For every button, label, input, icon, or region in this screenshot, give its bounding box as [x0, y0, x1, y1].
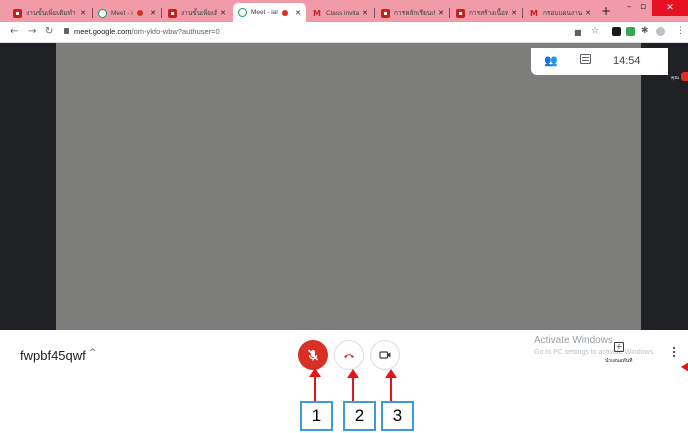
browser-tab[interactable]: ▪ การหลักเรียนเพิ่มเติม ✕ [376, 4, 449, 22]
camera-icon [379, 351, 391, 359]
annotation-label-1: 1 [300, 401, 333, 431]
annotation-arrow-line [390, 377, 392, 401]
tab-divider [374, 8, 375, 18]
tab-title: Meet - iam [111, 9, 133, 17]
tab-title: การหลักเรียนเพิ่มเติม [394, 10, 435, 17]
camera-toggle-button[interactable] [370, 340, 400, 370]
self-view-badge [681, 72, 688, 81]
close-tab-icon[interactable]: ✕ [511, 9, 517, 17]
close-tab-icon[interactable]: ✕ [438, 9, 444, 17]
url-host: meet.google.com [74, 27, 132, 36]
self-view-label: คุณ [671, 75, 679, 81]
tab-divider [522, 8, 523, 18]
activate-windows-subtitle: Go to PC settings to activate Windows. [534, 349, 655, 356]
tab-title: Class invitation [326, 9, 360, 17]
close-tab-icon[interactable]: ✕ [295, 9, 301, 17]
close-tab-icon[interactable]: ✕ [362, 9, 368, 17]
tab-title: Meet - iam [251, 9, 278, 16]
slides-icon: ▪ [456, 8, 465, 18]
extension-icon[interactable] [612, 27, 621, 36]
microphone-toggle-button[interactable] [298, 340, 328, 370]
extensions-puzzle-icon[interactable]: ✱ [641, 26, 649, 36]
annotation-arrow-line [314, 376, 316, 401]
slides-icon: ▪ [13, 8, 22, 18]
slides-icon: ▪ [381, 8, 390, 18]
tab-divider [449, 8, 450, 18]
forward-icon[interactable]: → [28, 26, 36, 37]
tab-title: การสร้างเนื้อหาใหม่ [469, 10, 509, 17]
activate-windows-title: Activate Windows [534, 335, 613, 346]
more-options-icon[interactable] [672, 347, 676, 359]
browser-tab[interactable]: M Class invitation ✕ [307, 4, 373, 22]
recording-indicator-icon [137, 10, 144, 16]
slides-icon: ▪ [168, 8, 177, 18]
gmail-icon: M [313, 8, 321, 18]
tab-title: กรอบแผนงาน (ไ [543, 10, 583, 17]
bookmark-star-icon[interactable]: ☆ [591, 26, 599, 36]
meeting-clock: 14:54 [613, 55, 641, 67]
main-video-tile [56, 43, 641, 330]
people-icon[interactable]: 👥 [544, 54, 558, 67]
chat-icon[interactable] [580, 54, 591, 64]
close-tab-icon[interactable]: ✕ [585, 9, 591, 17]
browser-tab-strip: ▪ งานขั้นเพิ่มเติมทำ ✕ Meet - iam ✕ ▪ งา… [0, 0, 688, 22]
browser-tab[interactable]: ▪ งานขั้นเพิ่มเติมทำ ✕ [163, 4, 231, 22]
browser-menu-icon[interactable]: ⋮ [676, 26, 685, 36]
close-tab-icon[interactable]: ✕ [80, 9, 86, 17]
new-tab-button[interactable]: + [601, 4, 611, 18]
annotation-label-3: 3 [381, 401, 414, 431]
close-tab-icon[interactable]: ✕ [220, 9, 226, 17]
meeting-stage: 👥 14:54 [0, 43, 688, 330]
reload-icon[interactable]: ↻ [45, 26, 53, 37]
extension-icon[interactable] [626, 27, 635, 36]
meet-icon [238, 8, 247, 17]
present-now-icon[interactable]: + [614, 342, 624, 352]
url-path: /om-ykfo-wbw?authuser=0 [131, 27, 220, 36]
url-field[interactable]: meet.google.com/om-ykfo-wbw?authuser=0 [74, 27, 220, 36]
close-tab-icon[interactable]: ✕ [150, 9, 156, 17]
lock-icon [64, 28, 69, 34]
back-icon[interactable]: ← [10, 26, 18, 37]
present-now-label[interactable]: นำเสนอทันที [605, 357, 632, 365]
microphone-off-icon [307, 349, 319, 361]
minimize-icon[interactable]: – [627, 2, 632, 12]
tab-divider [161, 8, 162, 18]
maximize-icon[interactable]: ▫ [640, 2, 646, 12]
profile-avatar-icon[interactable] [656, 27, 665, 36]
meeting-code[interactable]: fwpbf45qwf [20, 348, 86, 363]
meeting-top-panel: 👥 14:54 [531, 48, 668, 75]
annotation-label-2: 2 [343, 401, 376, 431]
leave-call-button[interactable] [334, 340, 364, 370]
meeting-control-bar: fwpbf45qwf ^ Activate Windows Go to PC s… [0, 330, 688, 380]
browser-tab[interactable]: ▪ การสร้างเนื้อหาใหม่ ✕ [451, 4, 522, 22]
recording-indicator-icon [282, 9, 289, 16]
browser-tab[interactable]: M กรอบแผนงาน (ไ ✕ [524, 4, 596, 22]
tab-title: งานขั้นเพิ่มเติมทำ [181, 10, 218, 17]
camera-indicator-icon[interactable]: ■ [574, 28, 582, 37]
browser-tab-active[interactable]: Meet - iam ✕ [233, 3, 306, 22]
chevron-up-icon[interactable]: ^ [89, 348, 97, 358]
window-close-button[interactable]: ✕ [652, 0, 688, 16]
annotation-arrow-line [352, 377, 354, 401]
gmail-icon: M [530, 8, 538, 18]
address-bar: ← → ↻ meet.google.com/om-ykfo-wbw?authus… [0, 22, 688, 43]
phone-hangup-icon [344, 354, 354, 358]
browser-tab[interactable]: Meet - iam ✕ [93, 4, 161, 22]
browser-tab[interactable]: ▪ งานขั้นเพิ่มเติมทำ ✕ [8, 4, 91, 22]
meet-icon [98, 8, 107, 18]
screenshot: ▪ งานขั้นเพิ่มเติมทำ ✕ Meet - iam ✕ ▪ งา… [0, 0, 688, 433]
tab-title: งานขั้นเพิ่มเติมทำ [26, 10, 76, 17]
annotation-arrow-left [681, 362, 688, 372]
